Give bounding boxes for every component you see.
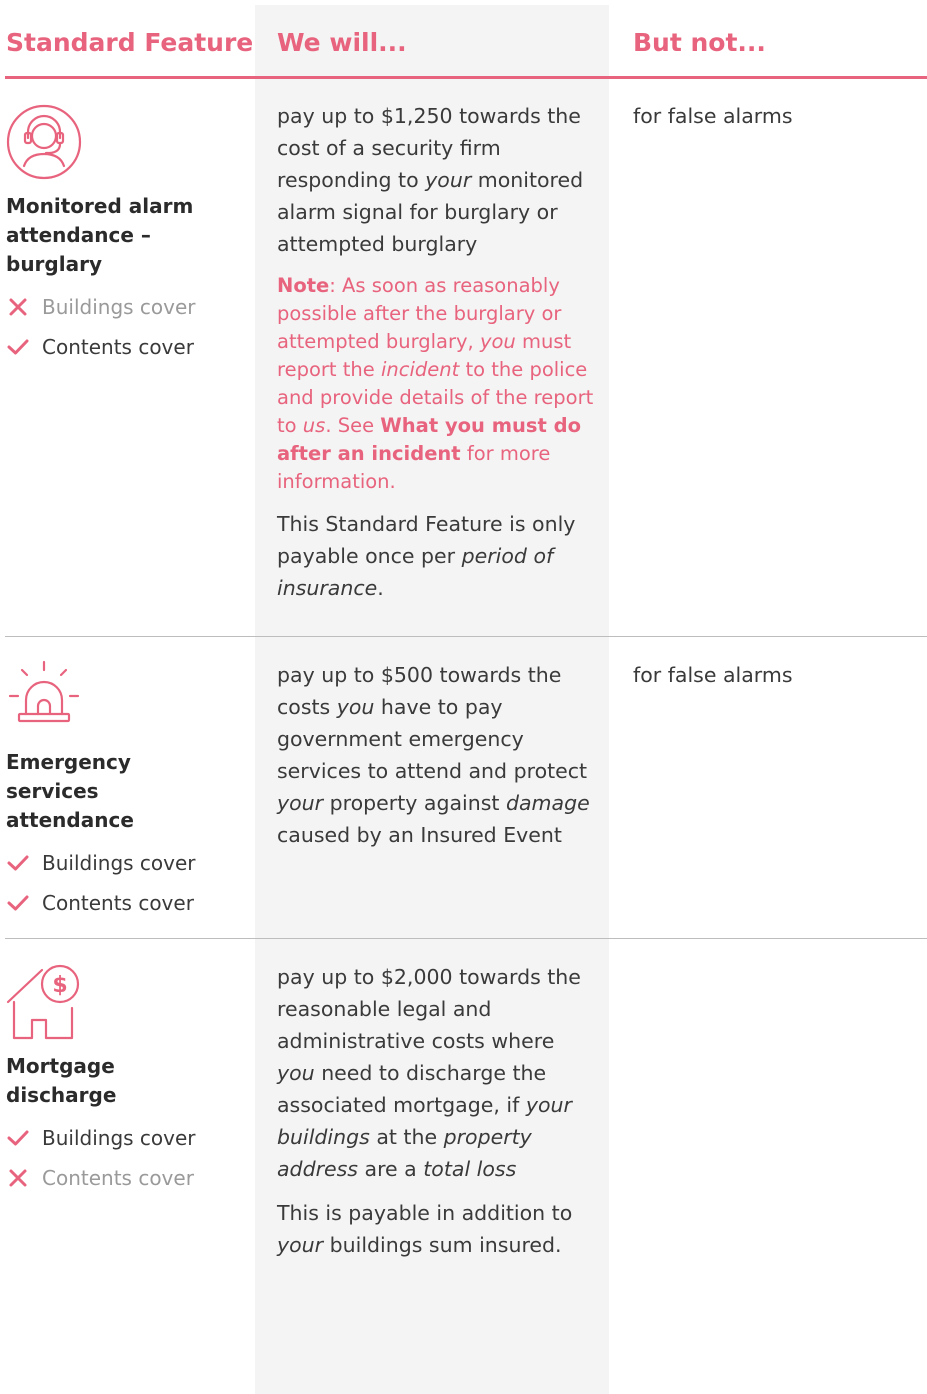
feature-title: Mortgage discharge <box>6 1054 117 1107</box>
table-header: Standard Feature We will... But not... <box>0 0 927 79</box>
check-icon <box>7 1130 29 1146</box>
cover-label: Buildings cover <box>42 1126 196 1150</box>
we-will-emergency-services: pay up to $500 towards the costs you hav… <box>277 659 597 863</box>
cross-icon <box>9 298 27 316</box>
will-paragraph: pay up to $1,250 towards the cost of a s… <box>277 104 584 256</box>
note-paragraph: Note: As soon as reasonably possible aft… <box>277 274 594 493</box>
but-not-emergency-services: for false alarms <box>633 663 793 687</box>
header-standard-feature: Standard Feature <box>6 28 254 57</box>
cover-line-contents: Contents cover <box>6 1158 246 1198</box>
feature-title: Monitored alarm attendance – burglary <box>6 194 194 276</box>
svg-text:$: $ <box>52 973 67 998</box>
cover-line-buildings: Buildings cover <box>6 843 246 883</box>
cover-line-contents: Contents cover <box>6 327 246 367</box>
house-dollar-icon: $ <box>6 960 82 1040</box>
cross-icon <box>9 1169 27 1187</box>
row-divider <box>5 636 927 637</box>
cover-label: Contents cover <box>42 891 194 915</box>
check-icon <box>7 895 29 911</box>
cover-line-buildings: Buildings cover <box>6 1118 246 1158</box>
feature-mortgage-discharge: $ Mortgage discharge Buildings cover Con… <box>6 960 246 1198</box>
header-we-will: We will... <box>277 28 407 57</box>
but-not-monitored-alarm: for false alarms <box>633 104 793 128</box>
we-will-mortgage-discharge: pay up to $2,000 towards the reasonable … <box>277 961 597 1273</box>
feature-emergency-services: Emergency services attendance Buildings … <box>6 660 246 923</box>
cover-line-buildings: Buildings cover <box>6 287 246 327</box>
header-but-not: But not... <box>633 28 766 57</box>
feature-title: Emergency services attendance <box>6 750 134 832</box>
check-icon <box>7 339 29 355</box>
we-will-monitored-alarm: pay up to $1,250 towards the cost of a s… <box>277 100 597 616</box>
will-paragraph: This is payable in addition to your buil… <box>277 1201 573 1257</box>
cover-label: Buildings cover <box>42 295 196 319</box>
feature-monitored-alarm: Monitored alarm attendance – burglary Bu… <box>6 104 246 367</box>
cover-line-contents: Contents cover <box>6 883 246 923</box>
cover-label: Buildings cover <box>42 851 196 875</box>
check-icon <box>7 855 29 871</box>
will-paragraph: pay up to $500 towards the costs you hav… <box>277 663 590 847</box>
siren-icon <box>6 660 82 736</box>
cover-label: Contents cover <box>42 1166 194 1190</box>
will-paragraph: pay up to $2,000 towards the reasonable … <box>277 965 581 1181</box>
will-paragraph: This Standard Feature is only payable on… <box>277 512 576 600</box>
headset-agent-icon <box>6 104 82 180</box>
header-divider <box>5 76 927 79</box>
row-divider <box>5 938 927 939</box>
cover-label: Contents cover <box>42 335 194 359</box>
